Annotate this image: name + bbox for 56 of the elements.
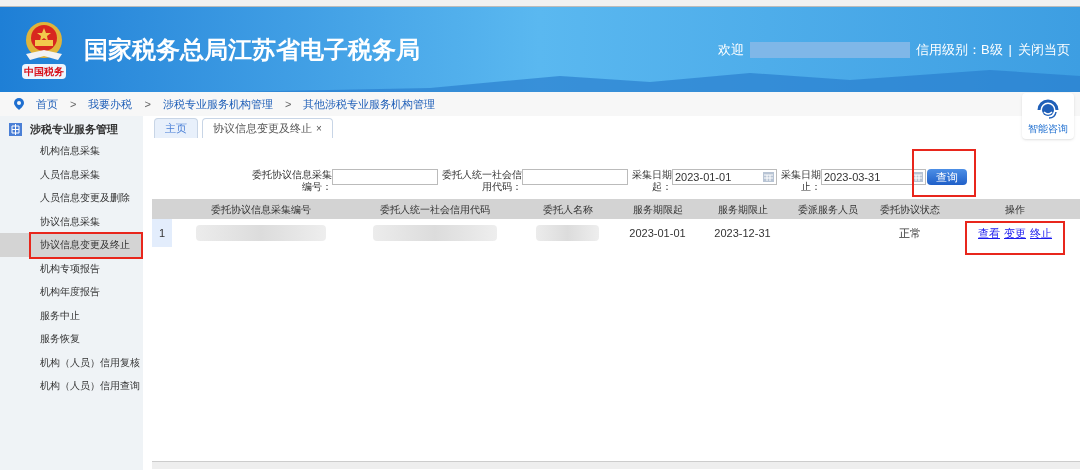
sidebar-item[interactable]: 机构年度报告 [40,284,100,300]
separator: | [1008,40,1012,59]
breadcrumb-link[interactable]: 我要办税 [88,95,133,113]
calendar-icon [912,172,923,182]
breadcrumb-separator: > [70,96,77,112]
filter-label: 采集日期起： [632,169,672,193]
breadcrumb-link[interactable]: 其他涉税专业服务机构管理 [303,95,436,113]
table-cell-text: 正常 [899,225,921,241]
table-cell-text: 2023-12-31 [714,225,771,241]
sidebar-item[interactable]: 服务中止 [40,307,80,323]
location-pin-icon [14,98,24,110]
breadcrumb-separator: > [284,96,292,112]
sidebar-item[interactable]: 机构（人员）信用复核 [40,354,140,370]
table-cell-text: 2023-01-01 [629,225,686,241]
help-widget[interactable]: 智能咨询 [1022,93,1074,139]
calendar-icon [763,172,774,182]
column-header: 操作 [1005,203,1025,215]
action-link[interactable]: 变更 [1004,224,1026,242]
sidebar-item[interactable]: 机构信息采集 [40,143,100,159]
filter-label: 委托协议信息采集编号： [252,169,332,193]
sidebar-item[interactable]: 机构专项报告 [40,260,100,276]
breadcrumb-link[interactable]: 首页 [36,95,58,113]
sidebar-item[interactable]: 人员信息变更及删除 [40,190,130,206]
date-field[interactable]: 2023-03-31 [821,169,926,185]
search-button[interactable]: 查询 [927,169,967,185]
sidebar-title: 涉税专业服务管理 [30,121,118,137]
text-field[interactable] [522,169,628,185]
sidebar-item[interactable]: 协议信息采集 [40,213,100,229]
column-header: 委托协议信息采集编号 [211,203,311,215]
row-number: 1 [158,225,166,241]
sidebar-item[interactable]: 机构（人员）信用查询 [40,378,140,394]
sidebar-item[interactable]: 人员信息采集 [40,166,100,182]
welcome-text: 欢迎 [717,40,744,59]
grid-icon [9,122,22,136]
date-field[interactable]: 2023-01-01 [672,169,777,185]
sidebar-item[interactable]: 服务恢复 [40,331,80,347]
column-header: 委托人名称 [542,203,593,215]
action-link[interactable]: 查看 [978,224,1000,242]
column-header: 委托协议状态 [880,203,940,215]
filter-label: 委托人统一社会信用代码： [442,169,522,193]
text-field[interactable] [332,169,438,185]
column-header: 委托人统一社会信用代码 [380,203,490,215]
tab[interactable]: 协议信息变更及终止 × [202,118,333,138]
breadcrumb-separator: > [144,96,151,112]
action-link[interactable]: 终止 [1030,224,1052,242]
credit-level: 信用级别：B级 [915,40,1003,59]
emblem-caption: 中国税务 [22,64,66,79]
column-header: 服务期限止 [717,203,768,215]
close-icon[interactable]: × [316,121,322,136]
filter-label: 采集日期止： [781,169,821,193]
column-header: 委派服务人员 [797,203,858,215]
column-header: 服务期限起 [632,203,683,215]
blurred-text [535,225,600,241]
site-title: 国家税务总局江苏省电子税务局 [84,34,420,65]
breadcrumb-link[interactable]: 涉税专业服务机构管理 [162,95,273,113]
tab[interactable]: 主页 [154,118,198,138]
